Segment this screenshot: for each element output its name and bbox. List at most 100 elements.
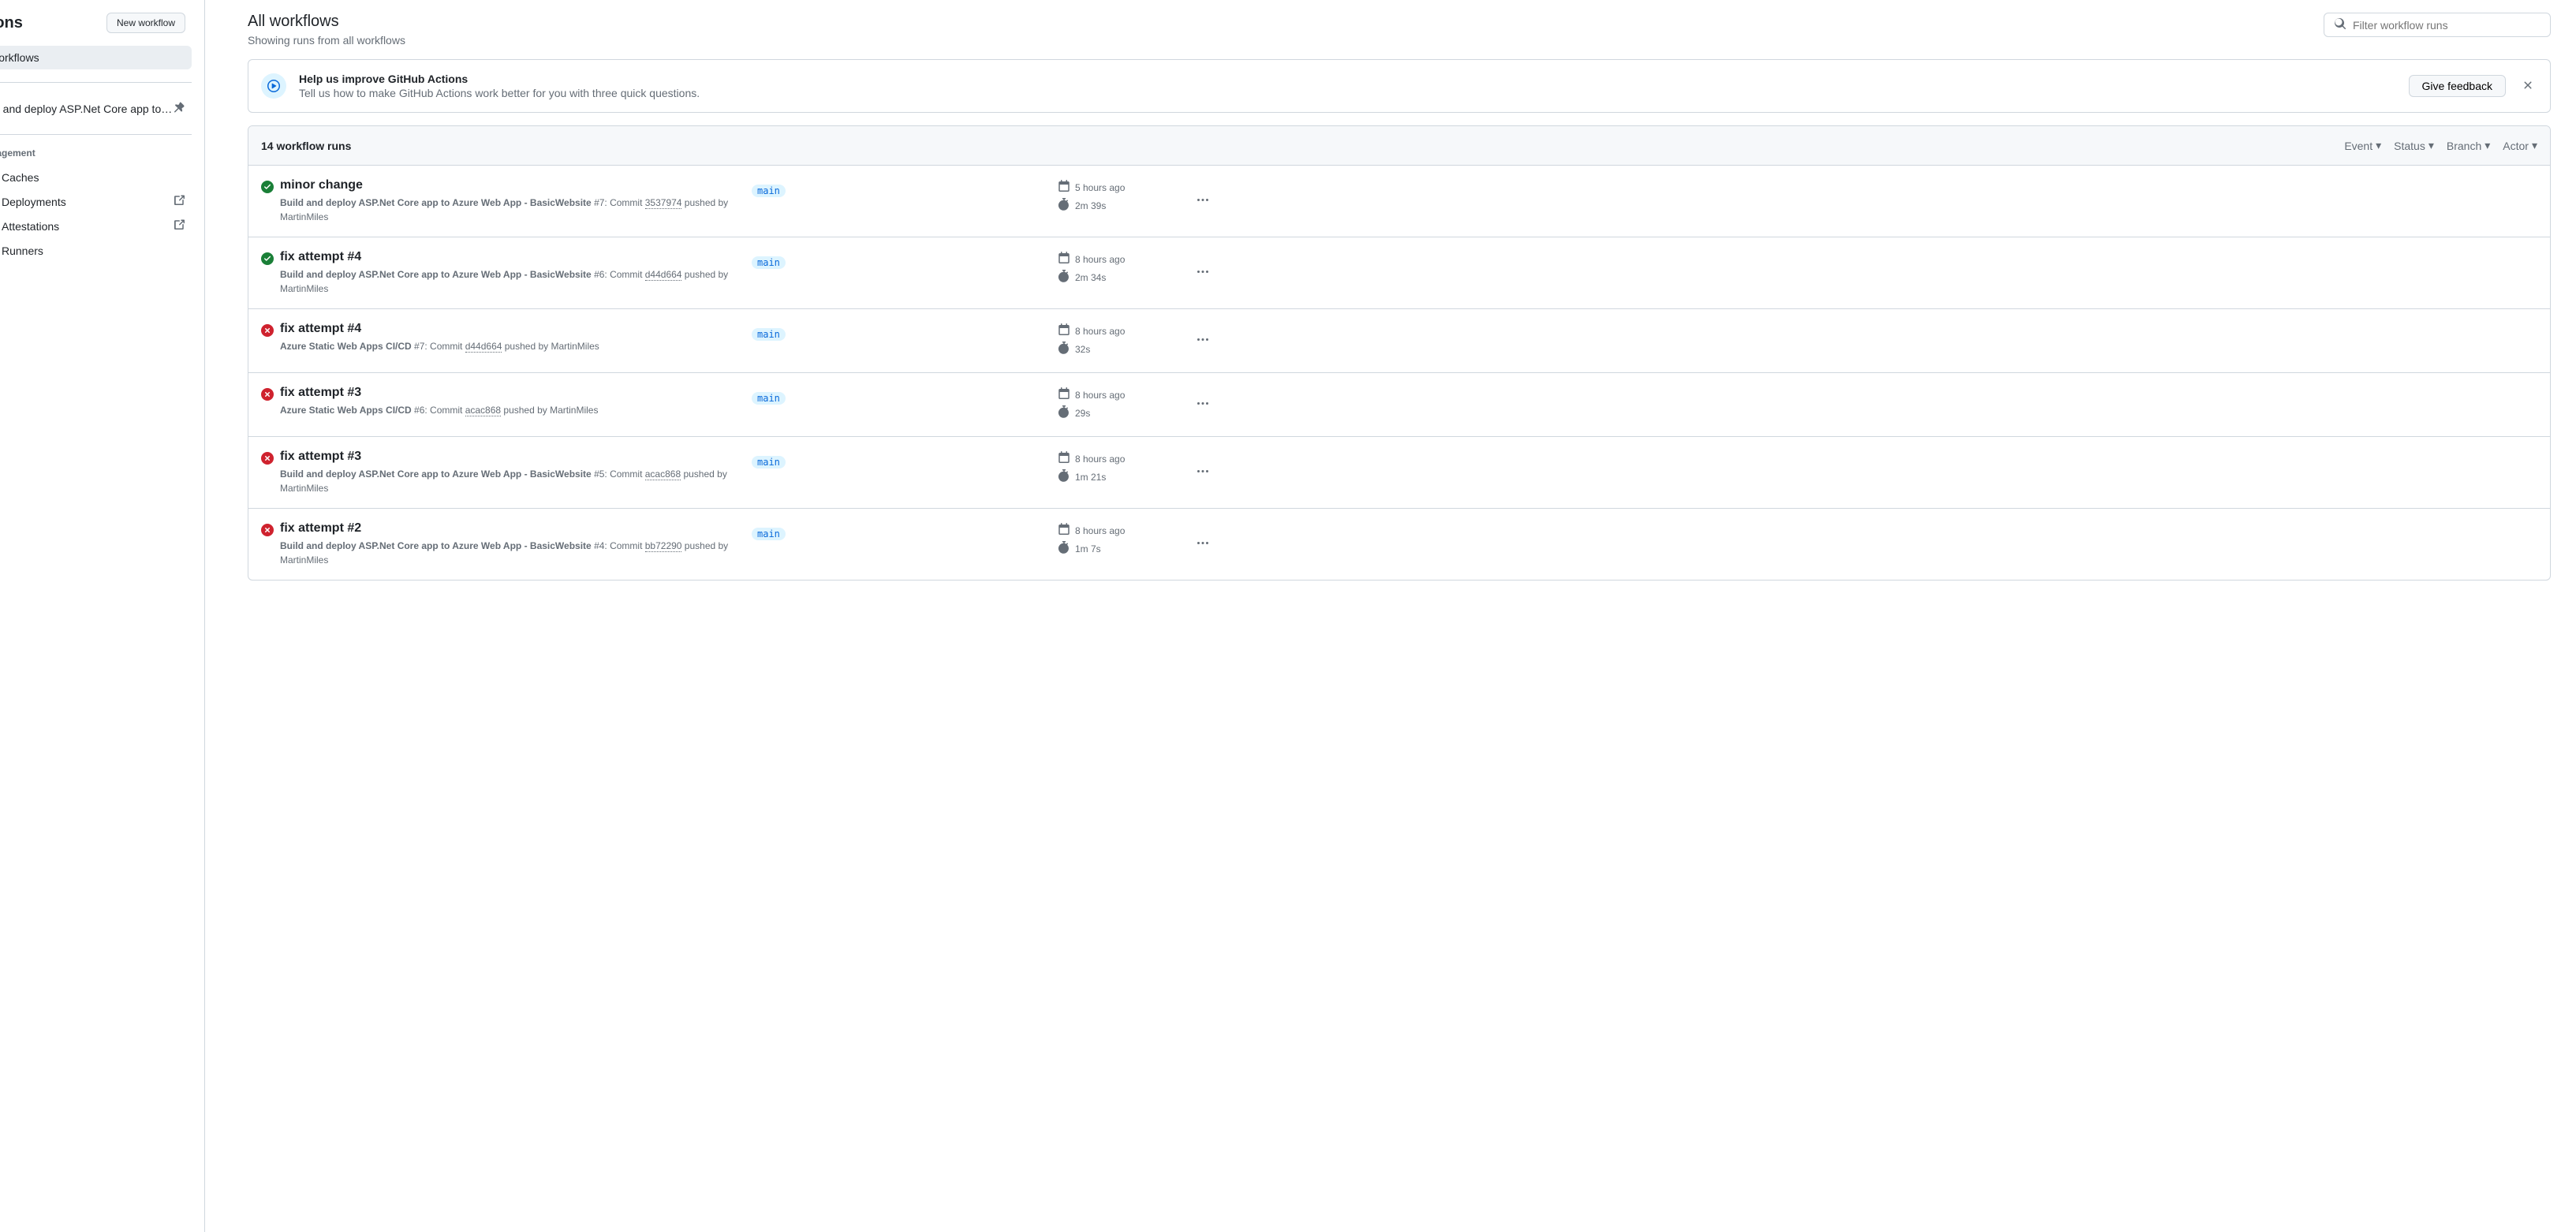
run-duration: 2m 39s [1075, 200, 1106, 211]
sidebar-title: ctions [0, 14, 23, 32]
run-duration: 29s [1075, 408, 1090, 419]
sidebar-item-all-workflows[interactable]: ll workflows [0, 46, 192, 69]
branch-badge[interactable]: main [752, 456, 786, 469]
banner-description: Tell us how to make GitHub Actions work … [299, 87, 2396, 99]
feedback-banner: Help us improve GitHub Actions Tell us h… [248, 59, 2551, 113]
run-description: Build and deploy ASP.Net Core app to Azu… [280, 196, 745, 224]
sidebar-item-label: uild and deploy ASP.Net Core app to ... [0, 103, 173, 115]
sidebar-item-label: Deployments [2, 196, 66, 208]
caret-down-icon: ▾ [2376, 139, 2381, 152]
run-time: 5 hours ago [1075, 182, 1125, 193]
give-feedback-button[interactable]: Give feedback [2409, 75, 2507, 97]
stopwatch-icon [1058, 342, 1070, 357]
page-subtitle: Showing runs from all workflows [248, 34, 405, 47]
main-content: All workflows Showing runs from all work… [229, 0, 2576, 1232]
check-circle-icon [261, 252, 274, 265]
run-menu-button[interactable] [1190, 259, 1215, 287]
calendar-icon [1058, 451, 1070, 466]
workflow-run-row: fix attempt #3 Build and deploy ASP.Net … [248, 437, 2550, 509]
run-time: 8 hours ago [1075, 326, 1125, 337]
run-title-link[interactable]: fix attempt #2 [280, 521, 361, 535]
x-circle-icon [261, 388, 274, 401]
stopwatch-icon [1058, 469, 1070, 484]
run-menu-button[interactable] [1190, 531, 1215, 558]
calendar-icon [1058, 180, 1070, 195]
kebab-icon [1197, 469, 1209, 480]
banner-title: Help us improve GitHub Actions [299, 73, 2396, 85]
run-description: Azure Static Web Apps CI/CD #7: Commit d… [280, 339, 745, 353]
workflow-run-row: minor change Build and deploy ASP.Net Co… [248, 166, 2550, 237]
run-title-link[interactable]: fix attempt #4 [280, 250, 361, 263]
caret-down-icon: ▾ [2485, 139, 2490, 152]
run-duration: 32s [1075, 344, 1090, 355]
workflow-run-row: fix attempt #4 Azure Static Web Apps CI/… [248, 309, 2550, 373]
new-workflow-button[interactable]: New workflow [106, 13, 185, 33]
x-circle-icon [261, 324, 274, 337]
close-icon [2522, 82, 2534, 94]
sidebar-item-caches[interactable]: Caches [0, 165, 192, 189]
sidebar-item-label: Attestations [2, 220, 59, 233]
branch-badge[interactable]: main [752, 256, 786, 269]
sidebar: ctions New workflow ll workflows uild an… [0, 0, 205, 1232]
caret-down-icon: ▾ [2429, 139, 2434, 152]
calendar-icon [1058, 387, 1070, 402]
run-menu-button[interactable] [1190, 459, 1215, 487]
run-time: 8 hours ago [1075, 454, 1125, 465]
search-input[interactable] [2353, 19, 2541, 32]
pin-icon[interactable] [173, 101, 185, 116]
run-title-link[interactable]: fix attempt #4 [280, 322, 361, 335]
search-input-wrapper[interactable] [2324, 13, 2551, 37]
calendar-icon [1058, 523, 1070, 538]
workflow-run-row: fix attempt #4 Build and deploy ASP.Net … [248, 237, 2550, 309]
sidebar-item-runners[interactable]: Runners [0, 238, 192, 263]
page-title: All workflows [248, 13, 405, 31]
calendar-icon [1058, 323, 1070, 338]
run-description: Azure Static Web Apps CI/CD #6: Commit a… [280, 403, 745, 417]
filter-branch[interactable]: Branch▾ [2447, 139, 2490, 152]
branch-badge[interactable]: main [752, 185, 786, 197]
external-link-icon [173, 218, 185, 233]
sidebar-item-deployments[interactable]: Deployments [0, 189, 192, 214]
run-description: Build and deploy ASP.Net Core app to Azu… [280, 267, 745, 296]
run-description: Build and deploy ASP.Net Core app to Azu… [280, 539, 745, 567]
check-circle-icon [261, 181, 274, 193]
kebab-icon [1197, 337, 1209, 349]
run-menu-button[interactable] [1190, 188, 1215, 215]
sidebar-item-workflow[interactable]: uild and deploy ASP.Net Core app to ... [0, 95, 192, 121]
play-circle-icon [261, 73, 286, 99]
run-title-link[interactable]: minor change [280, 178, 363, 192]
run-menu-button[interactable] [1190, 391, 1215, 419]
filter-actor[interactable]: Actor▾ [2503, 139, 2537, 152]
close-banner-button[interactable] [2518, 76, 2537, 97]
run-duration: 2m 34s [1075, 272, 1106, 283]
stopwatch-icon [1058, 405, 1070, 420]
run-title-link[interactable]: fix attempt #3 [280, 450, 361, 463]
run-time: 8 hours ago [1075, 254, 1125, 265]
runs-count: 14 workflow runs [261, 140, 351, 152]
branch-badge[interactable]: main [752, 328, 786, 341]
stopwatch-icon [1058, 270, 1070, 285]
x-circle-icon [261, 452, 274, 465]
sidebar-item-label: ll workflows [0, 51, 185, 64]
kebab-icon [1197, 197, 1209, 209]
branch-badge[interactable]: main [752, 392, 786, 405]
branch-badge[interactable]: main [752, 528, 786, 540]
filter-event[interactable]: Event▾ [2344, 139, 2381, 152]
run-time: 8 hours ago [1075, 390, 1125, 401]
filter-status[interactable]: Status▾ [2394, 139, 2434, 152]
workflow-run-row: fix attempt #2 Build and deploy ASP.Net … [248, 509, 2550, 580]
x-circle-icon [261, 524, 274, 536]
kebab-icon [1197, 540, 1209, 552]
workflow-runs-list: 14 workflow runs Event▾ Status▾ Branch▾ … [248, 125, 2551, 581]
run-title-link[interactable]: fix attempt #3 [280, 386, 361, 399]
sidebar-item-attestations[interactable]: Attestations [0, 214, 192, 238]
run-menu-button[interactable] [1190, 327, 1215, 355]
external-link-icon [173, 194, 185, 209]
stopwatch-icon [1058, 541, 1070, 556]
search-icon [2334, 17, 2353, 32]
workflow-run-row: fix attempt #3 Azure Static Web Apps CI/… [248, 373, 2550, 437]
run-duration: 1m 7s [1075, 543, 1101, 554]
management-label: lanagement [0, 147, 192, 165]
run-time: 8 hours ago [1075, 525, 1125, 536]
stopwatch-icon [1058, 198, 1070, 213]
